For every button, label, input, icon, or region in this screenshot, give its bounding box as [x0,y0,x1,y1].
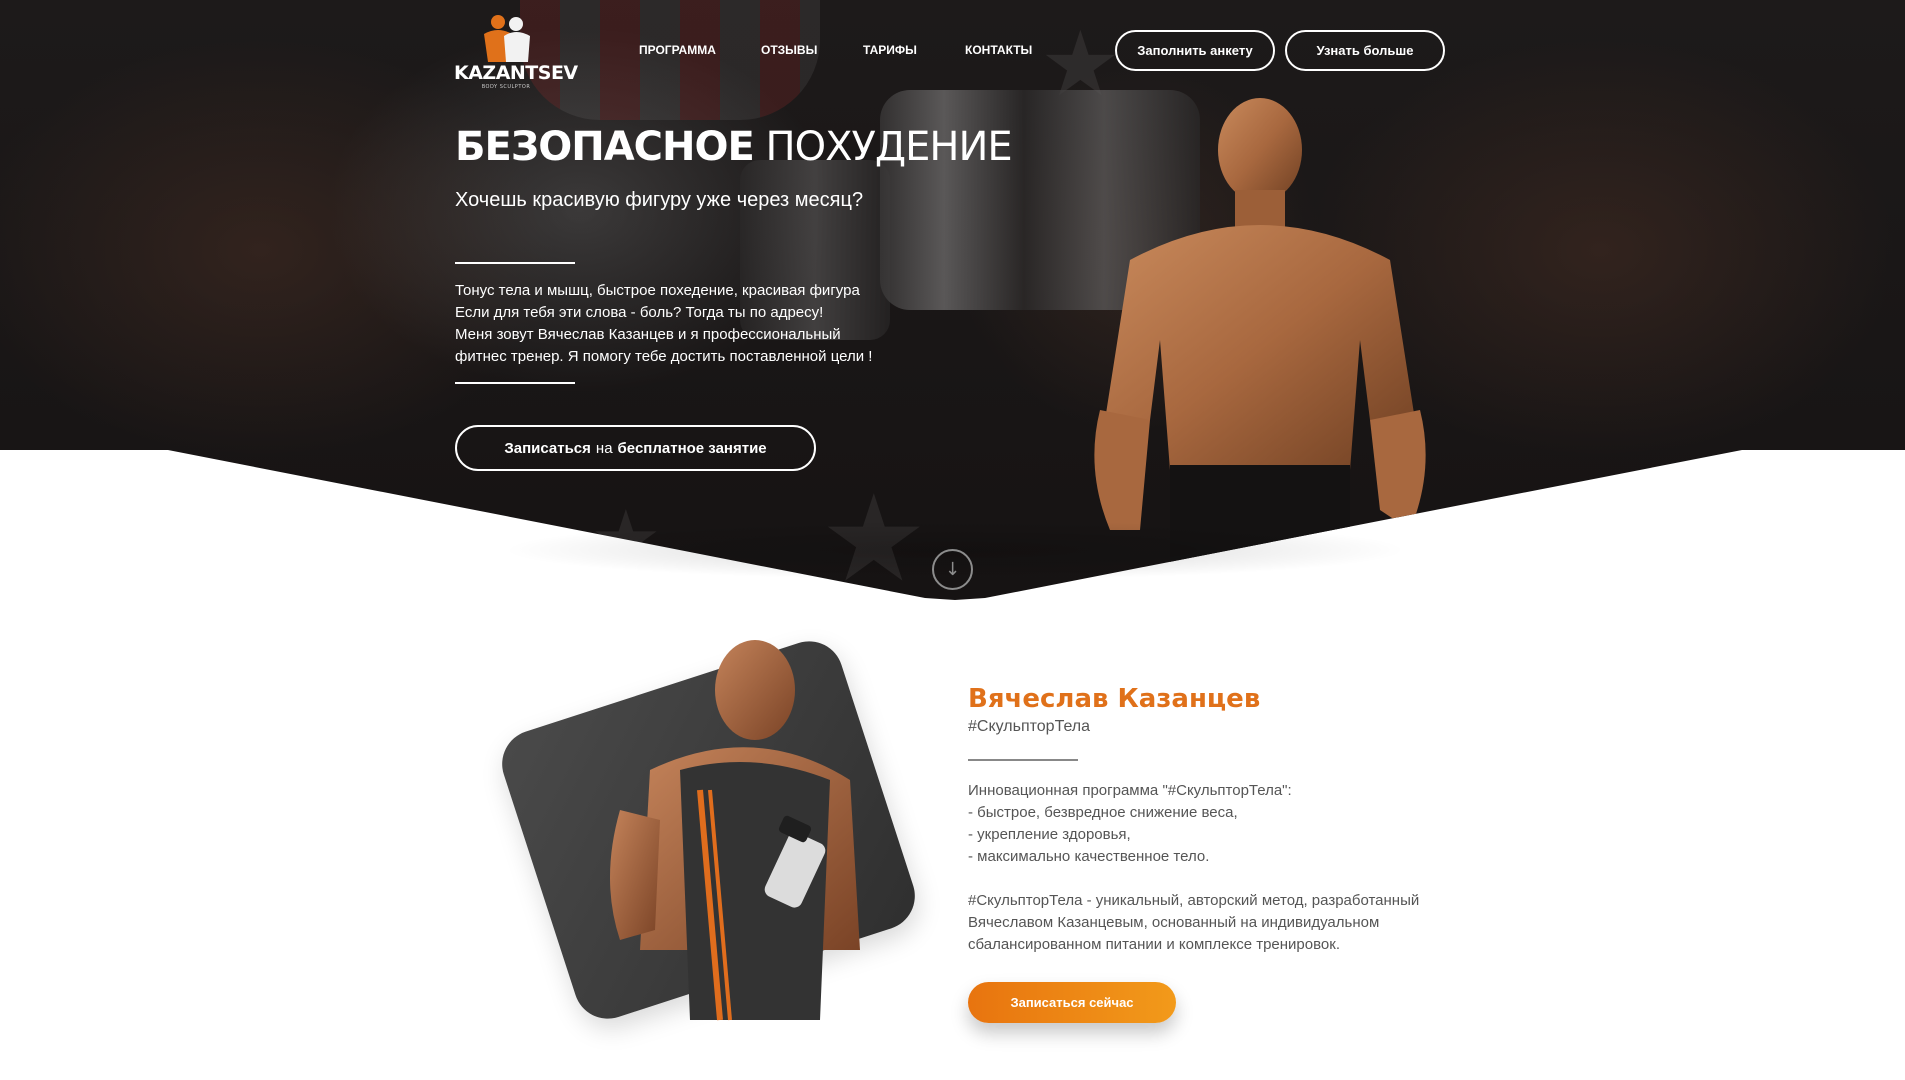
desc-line: - максимально качественное тело. [968,848,1210,865]
logo-subtext: BODY SCULPTOR [481,84,531,90]
hero-desc-line: Меня зовут Вячеслав Казанцев и я професс… [455,326,841,343]
hero-title-light: ПОХУДЕНИЕ [765,124,1013,170]
cta-part-3: бесплатное занятие [617,439,767,457]
signup-now-button[interactable]: Записаться сейчас [968,982,1176,1023]
desc-line: #СкульпторТела - уникальный, авторский м… [968,892,1420,909]
flag-stripes-decoration [520,0,820,120]
hero-section: ★ ★ ★ [0,0,1905,600]
trainer-photo [1094,98,1426,590]
trainer-tag: #СкульпторТела [968,718,1091,735]
desc-line [968,868,1448,890]
divider [968,759,1078,761]
fill-form-button[interactable]: Заполнить анкету [1115,30,1275,71]
free-lesson-signup-button[interactable]: Записаться на бесплатное занятие [455,425,816,471]
hero-desc-line: Тонус тела и мышц, быстрое похедение, кр… [455,282,860,299]
desc-line: Вячеславом Казанцевым, основанный на инд… [968,914,1380,931]
logo-text: KAZANTSEV [454,62,578,84]
hero-subtitle: Хочешь красивую фигуру уже через месяц? [455,189,864,211]
logo-figure-icon [484,15,530,62]
hero-desc-line: Если для тебя эти слова - боль? Тогда ты… [455,304,824,321]
cta-part-1: Записаться [504,439,591,457]
logo[interactable]: KAZANTSEV BODY SCULPTOR [454,12,578,90]
divider [455,262,575,264]
cta-part-2: на [595,439,613,457]
divider [455,382,575,384]
trainer-name: Вячеслав Казанцев [968,684,1261,714]
nav-item-program[interactable]: ПРОГРАММА [639,43,716,57]
trainer-portrait-photo [610,640,860,1021]
learn-more-button[interactable]: Узнать больше [1285,30,1445,71]
nav-item-contacts[interactable]: КОНТАКТЫ [965,43,1032,57]
desc-line: - укрепление здоровья, [968,826,1131,843]
desc-line: - быстрое, безвредное снижение веса, [968,804,1238,821]
program-description: Инновационная программа "#СкульпторТела"… [968,780,1448,956]
hero-desc-line: фитнес тренер. Я помогу тебе достить пос… [455,348,873,365]
arrow-down-icon: ↓ [944,559,961,580]
nav-item-reviews[interactable]: ОТЗЫВЫ [761,43,817,57]
desc-line: сбалансированном питании и комплексе тре… [968,936,1340,953]
hero-title: БЕЗОПАСНОЕ ПОХУДЕНИЕ [455,124,1013,170]
scroll-down-button[interactable]: ↓ [932,549,973,590]
hero-title-bold: БЕЗОПАСНОЕ [455,124,755,170]
nav-item-tariffs[interactable]: ТАРИФЫ [863,43,917,57]
hero-description: Тонус тела и мышц, быстрое похедение, кр… [455,280,895,368]
desc-line: Инновационная программа "#СкульпторТела"… [968,782,1292,799]
